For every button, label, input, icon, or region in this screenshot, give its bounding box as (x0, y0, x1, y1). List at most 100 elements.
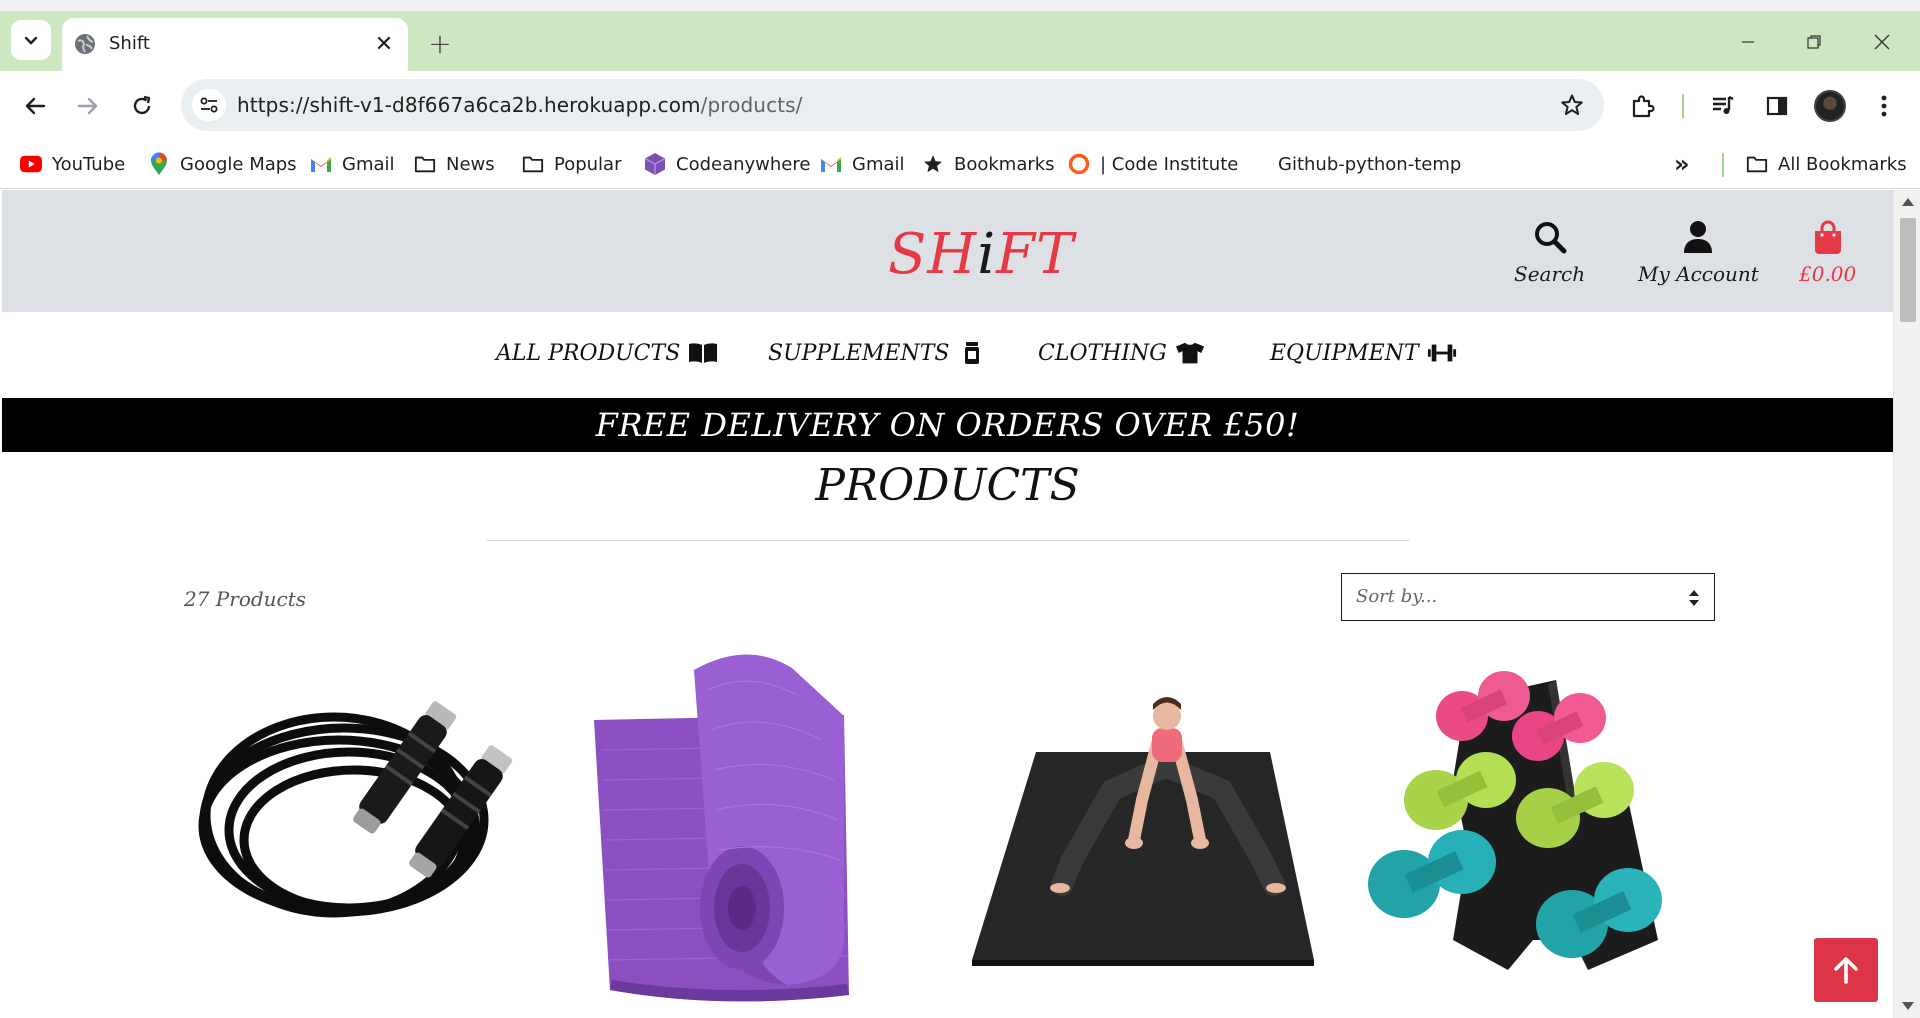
tab-close-icon[interactable]: ✕ (370, 30, 398, 58)
header-bag-link[interactable]: £0.00 (1799, 220, 1856, 286)
bookmark-codeanywhere[interactable]: Codeanywhere (644, 149, 810, 179)
yoga-mat-image (594, 654, 849, 1002)
nav-label: EQUIPMENT (1270, 340, 1419, 366)
site-info-icon[interactable] (192, 89, 226, 121)
url-text: https://shift-v1-d8f667a6ca2b.herokuapp.… (237, 93, 802, 117)
book-open-icon (688, 340, 718, 366)
bookmark-label: Bookmarks (954, 153, 1055, 175)
bookmark-youtube[interactable]: YouTube (20, 149, 125, 179)
all-bookmarks-folder[interactable]: All Bookmarks (1746, 149, 1907, 179)
product-count: 27 Products (184, 587, 307, 611)
free-delivery-banner: FREE DELIVERY ON ORDERS OVER £50! (2, 398, 1893, 452)
main-navigation: ALL PRODUCTS SUPPLEMENTS CLOTHING EQUIPM… (2, 312, 1893, 398)
window-close-icon[interactable] (1862, 25, 1902, 59)
logo-text-ft: FT (996, 222, 1075, 287)
kebab-menu-icon[interactable] (1866, 88, 1902, 124)
avatar-image (1814, 90, 1846, 122)
logo-text-i: i (977, 222, 997, 287)
header-search-link[interactable]: Search (1514, 220, 1585, 286)
folder-icon (1746, 153, 1768, 175)
restore-icon[interactable] (1794, 25, 1834, 59)
nav-label: CLOTHING (1038, 340, 1167, 366)
url-host: https://shift-v1-d8f667a6ca2b.herokuapp.… (237, 93, 701, 117)
bookmark-bookmarks[interactable]: Bookmarks (922, 149, 1055, 179)
bookmark-gmail[interactable]: Gmail (820, 149, 905, 179)
site-header: SHiFT Search My Account £0.00 (2, 190, 1893, 312)
extensions-puzzle-icon[interactable] (1625, 88, 1661, 124)
bookmark-folder-popular[interactable]: Popular (522, 149, 622, 179)
bookmark-google-maps[interactable]: Google Maps (148, 149, 297, 179)
toolbar-separator (1682, 94, 1684, 118)
bookmark-label: Google Maps (180, 153, 297, 175)
browser-tab[interactable]: Shift ✕ (62, 18, 408, 71)
tab-bar: Shift ✕ + (0, 11, 1920, 71)
profile-avatar[interactable] (1812, 88, 1848, 124)
more-bookmarks-chevron-icon[interactable]: » (1674, 149, 1690, 179)
youtube-icon (20, 153, 42, 175)
gmail-icon (820, 153, 842, 175)
minimize-icon[interactable] (1728, 25, 1768, 59)
product-card[interactable] (184, 640, 534, 1018)
reload-icon[interactable] (124, 88, 160, 124)
bookmark-label: Codeanywhere (676, 153, 811, 175)
bookmark-label: News (446, 153, 495, 175)
sort-select-value: Sort by... (1356, 586, 1438, 607)
nav-label: SUPPLEMENTS (768, 340, 950, 366)
logo-text-sh: SH (888, 222, 978, 287)
site-logo[interactable]: SHiFT (888, 222, 1074, 287)
new-tab-icon[interactable]: + (424, 27, 456, 60)
star-icon (922, 153, 944, 175)
bookmarks-separator (1722, 153, 1724, 177)
forward-arrow-icon[interactable] (70, 88, 106, 124)
bag-total: £0.00 (1799, 262, 1857, 286)
sort-arrows-icon (1689, 590, 1699, 606)
product-card[interactable] (962, 640, 1322, 1018)
bookmark-gmail[interactable]: Gmail (310, 149, 395, 179)
nav-supplements[interactable]: SUPPLEMENTS (768, 340, 987, 366)
codeanywhere-icon (644, 153, 666, 175)
bookmark-label: Gmail (342, 153, 395, 175)
code-institute-icon (1068, 153, 1090, 175)
search-icon (1534, 222, 1567, 254)
bookmark-star-icon[interactable] (1558, 91, 1586, 119)
supplement-tub-icon (957, 340, 987, 366)
jump-rope-image (198, 701, 513, 918)
url-path: /products/ (700, 93, 803, 117)
back-arrow-icon[interactable] (17, 88, 53, 124)
bookmark-folder-news[interactable]: News (414, 149, 495, 179)
product-card[interactable] (1358, 640, 1708, 1018)
back-to-top-button[interactable] (1814, 938, 1878, 1002)
tab-title: Shift (109, 33, 150, 54)
header-account-link[interactable]: My Account (1638, 220, 1759, 286)
bookmark-label: Popular (554, 153, 622, 175)
bookmark-code-institute[interactable]: | Code Institute (1068, 149, 1238, 179)
nav-clothing[interactable]: CLOTHING (1038, 340, 1205, 366)
sort-select[interactable]: Sort by... (1341, 573, 1715, 621)
nav-equipment[interactable]: EQUIPMENT (1270, 340, 1457, 366)
page-scrollbar[interactable] (1893, 190, 1920, 1018)
bookmark-github-python-temp[interactable]: Github-python-temp (1278, 149, 1461, 179)
bookmark-label: | Code Institute (1100, 153, 1239, 175)
scrollbar-thumb[interactable] (1900, 218, 1916, 322)
product-grid (2, 640, 1893, 1018)
folder-icon (414, 153, 436, 175)
tab-search-button[interactable] (11, 20, 51, 60)
page-title: PRODUCTS (815, 460, 1080, 511)
dumbbell-icon (1427, 340, 1457, 366)
shopping-bag-icon (1814, 220, 1841, 254)
address-bar[interactable]: https://shift-v1-d8f667a6ca2b.herokuapp.… (181, 79, 1604, 131)
title-divider (486, 540, 1410, 541)
scroll-up-arrow-icon[interactable] (1902, 198, 1914, 206)
nav-all-products[interactable]: ALL PRODUCTS (496, 340, 718, 366)
browser-toolbar: https://shift-v1-d8f667a6ca2b.herokuapp.… (0, 71, 1920, 139)
media-controls-icon[interactable] (1705, 88, 1741, 124)
tshirt-icon (1175, 340, 1205, 366)
bookmark-label: Github-python-temp (1278, 153, 1462, 175)
scroll-down-arrow-icon[interactable] (1902, 1002, 1914, 1010)
chevron-down-icon (24, 36, 38, 45)
bookmark-label: Gmail (852, 153, 905, 175)
bookmark-label: YouTube (52, 153, 126, 175)
search-label: Search (1514, 262, 1586, 286)
product-card[interactable] (572, 640, 922, 1018)
side-panel-icon[interactable] (1759, 88, 1795, 124)
